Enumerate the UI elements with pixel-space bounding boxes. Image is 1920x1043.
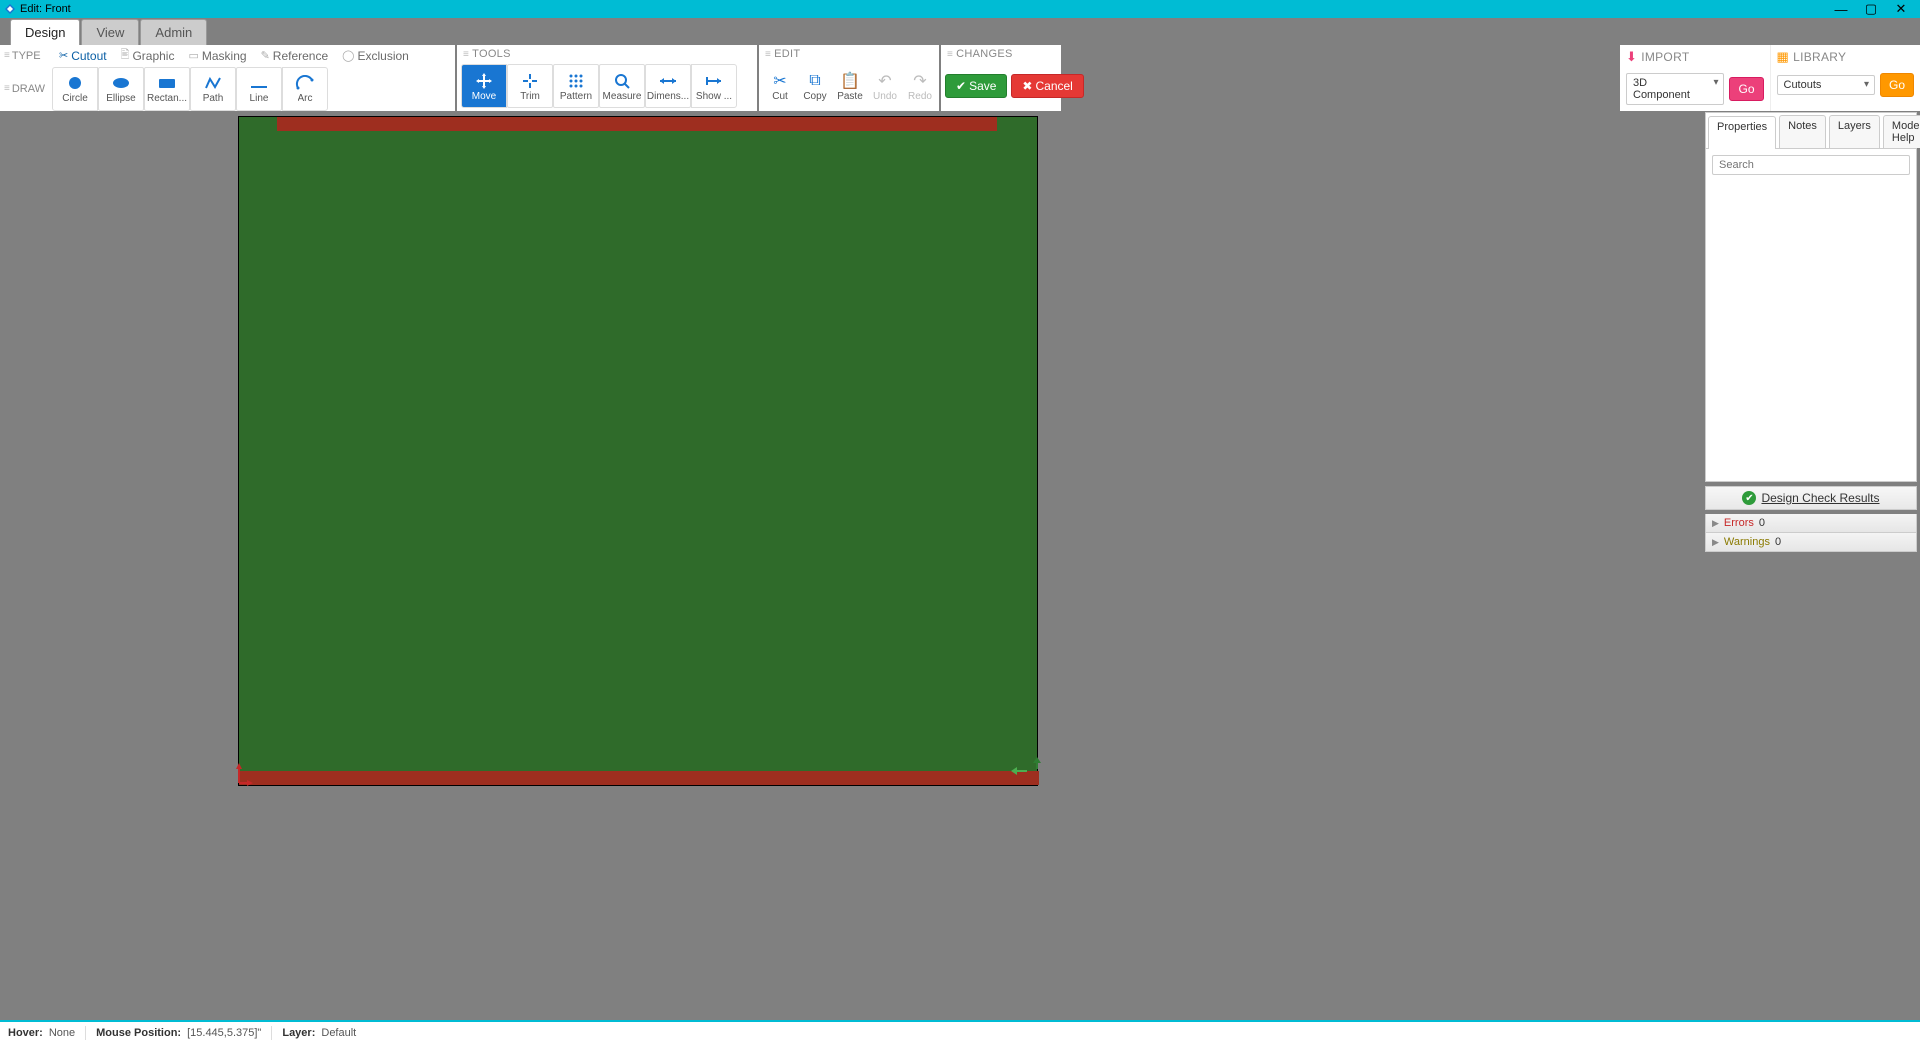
bar-bottom — [239, 771, 1039, 785]
edit-header: EDIT — [774, 48, 800, 60]
tab-view[interactable]: View — [81, 19, 139, 45]
edit-paste[interactable]: 📋Paste — [833, 64, 867, 108]
tool-move[interactable]: Move — [461, 64, 507, 108]
library-go-button[interactable]: Go — [1880, 73, 1914, 97]
caret-right-icon: ▶ — [1712, 537, 1719, 548]
edit-redo: ↷Redo — [903, 64, 937, 108]
library-header: LIBRARY — [1793, 50, 1846, 64]
import-header: IMPORT — [1641, 50, 1689, 64]
tab-properties[interactable]: Properties — [1708, 116, 1776, 149]
tool-pattern[interactable]: Pattern — [553, 64, 599, 108]
edit-cut[interactable]: ✂Cut — [763, 64, 797, 108]
canvas[interactable] — [0, 111, 1702, 1020]
download-icon: ⬇ — [1626, 49, 1637, 65]
grid-icon: ▦ — [1777, 49, 1790, 65]
layer-value: Default — [321, 1027, 356, 1039]
type-cutout[interactable]: ✂Cutout — [52, 48, 114, 64]
tab-design[interactable]: Design — [10, 19, 80, 45]
x-icon: ✖ — [1022, 79, 1032, 93]
draw-arc[interactable]: Arc — [282, 67, 328, 111]
tab-notes[interactable]: Notes — [1779, 115, 1826, 148]
caret-right-icon: ▶ — [1712, 518, 1719, 529]
edit-copy[interactable]: ⧉Copy — [798, 64, 832, 108]
tool-dimension[interactable]: Dimens... — [645, 64, 691, 108]
errors-row[interactable]: ▶ Errors 0 — [1705, 514, 1917, 533]
tool-measure[interactable]: Measure — [599, 64, 645, 108]
draw-circle[interactable]: Circle — [52, 67, 98, 111]
mouse-label: Mouse Position: — [96, 1027, 181, 1039]
main-tabs: Design View Admin — [0, 18, 1920, 45]
library-select[interactable]: Cutouts — [1777, 75, 1875, 95]
tools-header: TOOLS — [472, 48, 511, 60]
edit-undo: ↶Undo — [868, 64, 902, 108]
changes-header: CHANGES — [956, 48, 1013, 60]
app-icon — [4, 3, 16, 15]
layer-label: Layer: — [282, 1027, 315, 1039]
status-bar: Hover: None Mouse Position: [15.445,5.37… — [0, 1020, 1920, 1043]
tab-layers[interactable]: Layers — [1829, 115, 1880, 148]
artboard[interactable] — [238, 116, 1038, 786]
save-button[interactable]: ✔Save — [945, 74, 1007, 98]
draw-label: DRAW — [12, 83, 45, 95]
origin-axes-icon — [233, 763, 253, 787]
design-check-results[interactable]: ✔ Design Check Results — [1705, 486, 1917, 510]
maximize-button[interactable]: ▢ — [1856, 1, 1886, 17]
bar-top — [277, 117, 997, 131]
close-button[interactable]: ✕ — [1886, 1, 1916, 17]
inspector: Properties Notes Layers Mode Help ✔ Desi… — [1702, 111, 1920, 1020]
type-graphic[interactable]: 🖹Graphic — [114, 45, 182, 66]
import-go-button[interactable]: Go — [1729, 77, 1763, 101]
tab-admin[interactable]: Admin — [140, 19, 207, 45]
hover-label: Hover: — [8, 1027, 43, 1039]
draw-ellipse[interactable]: Ellipse — [98, 67, 144, 111]
mouse-value: [15.445,5.375]" — [187, 1027, 261, 1039]
import-select[interactable]: 3D Component — [1626, 73, 1724, 105]
handle-arrow-up-icon[interactable] — [1031, 757, 1043, 771]
tool-show[interactable]: Show ... — [691, 64, 737, 108]
draw-line[interactable]: Line — [236, 67, 282, 111]
cancel-button[interactable]: ✖Cancel — [1011, 74, 1083, 98]
minimize-button[interactable]: — — [1826, 2, 1856, 17]
warnings-row[interactable]: ▶ Warnings 0 — [1705, 533, 1917, 552]
check-circle-icon: ✔ — [1742, 491, 1756, 505]
draw-rectangle[interactable]: Rectan... — [144, 67, 190, 111]
type-label: TYPE — [12, 50, 41, 62]
search-input[interactable] — [1712, 155, 1910, 175]
window-title: Edit: Front — [20, 3, 71, 15]
title-bar: Edit: Front — ▢ ✕ — [0, 0, 1920, 18]
type-reference[interactable]: ✎Reference — [254, 48, 336, 64]
draw-path[interactable]: Path — [190, 67, 236, 111]
tab-mode-help[interactable]: Mode Help — [1883, 115, 1920, 148]
handle-arrow-icon[interactable] — [1009, 765, 1029, 777]
type-masking[interactable]: ▭Masking — [181, 48, 253, 64]
tool-trim[interactable]: Trim — [507, 64, 553, 108]
hover-value: None — [49, 1027, 75, 1039]
inspector-tabs: Properties Notes Layers Mode Help — [1706, 113, 1916, 149]
check-icon: ✔ — [956, 79, 966, 93]
type-exclusion[interactable]: ◯Exclusion — [335, 48, 416, 64]
